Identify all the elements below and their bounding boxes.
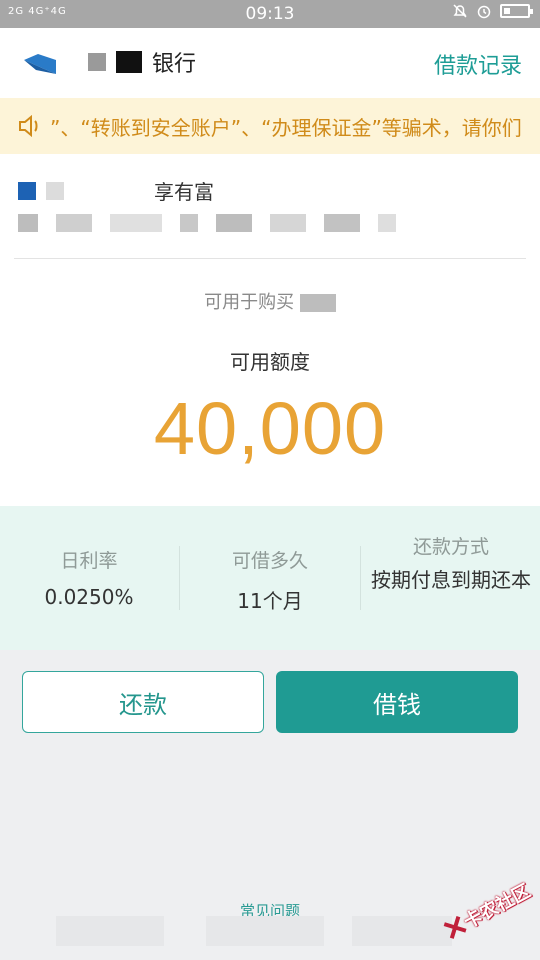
loan-record-link[interactable]: 借款记录	[434, 48, 522, 80]
notice-text: ”、“转账到安全账户”、“办理保证金”等骗术，请你们	[50, 116, 522, 140]
repayment-method-label: 还款方式	[412, 536, 489, 558]
page-title: 银行	[88, 46, 196, 78]
page-title-text: 银行	[152, 52, 197, 77]
status-icons	[452, 3, 533, 19]
speaker-icon	[19, 115, 38, 137]
divider	[14, 258, 526, 259]
app-header: 银行 借款记录	[0, 28, 540, 98]
repayment-method: 还款方式 按期付息到期还本	[362, 506, 540, 650]
loan-term-label: 可借多久	[231, 550, 308, 572]
product-name-text: 享有富	[154, 180, 214, 204]
daily-rate: 日利率 0.0250%	[0, 506, 178, 650]
loan-term-value: 11个月	[237, 589, 303, 613]
redacted-block	[88, 53, 106, 71]
daily-rate-value: 0.0250%	[44, 585, 134, 609]
silent-icon	[453, 4, 467, 18]
alarm-icon	[477, 5, 491, 19]
quota-card: 享有富 可用于购买 可用额度 40,000	[0, 154, 540, 506]
back-arrow-icon[interactable]	[22, 50, 58, 78]
repay-button[interactable]: 还款	[22, 671, 264, 733]
borrow-button[interactable]: 借钱	[276, 671, 518, 733]
repayment-method-value: 按期付息到期还本	[371, 568, 531, 592]
fraud-notice-bar: ”、“转账到安全账户”、“办理保证金”等骗术，请你们	[0, 98, 540, 155]
redacted-block	[352, 916, 452, 946]
battery-icon	[500, 4, 533, 18]
product-description-redacted	[18, 214, 396, 232]
loan-term: 可借多久 11个月	[180, 506, 360, 650]
redacted-block	[46, 181, 64, 200]
redacted-block	[56, 916, 164, 946]
status-bar: 2G 4G⁺4G 09:13	[0, 0, 540, 28]
divider	[360, 546, 361, 610]
available-quota-label: 可用额度	[230, 350, 310, 374]
usage-description: 可用于购买	[0, 288, 540, 314]
redacted-block	[18, 181, 36, 200]
redacted-block	[206, 916, 324, 946]
loan-terms: 日利率 0.0250% 可借多久 11个月 还款方式 按期付息到期还本	[0, 506, 540, 650]
available-quota-value: 40,000	[153, 387, 387, 470]
watermark-text: 卡农社区	[460, 880, 535, 933]
daily-rate-label: 日利率	[60, 550, 118, 572]
redacted-block	[116, 51, 142, 73]
product-name: 享有富	[18, 176, 214, 205]
